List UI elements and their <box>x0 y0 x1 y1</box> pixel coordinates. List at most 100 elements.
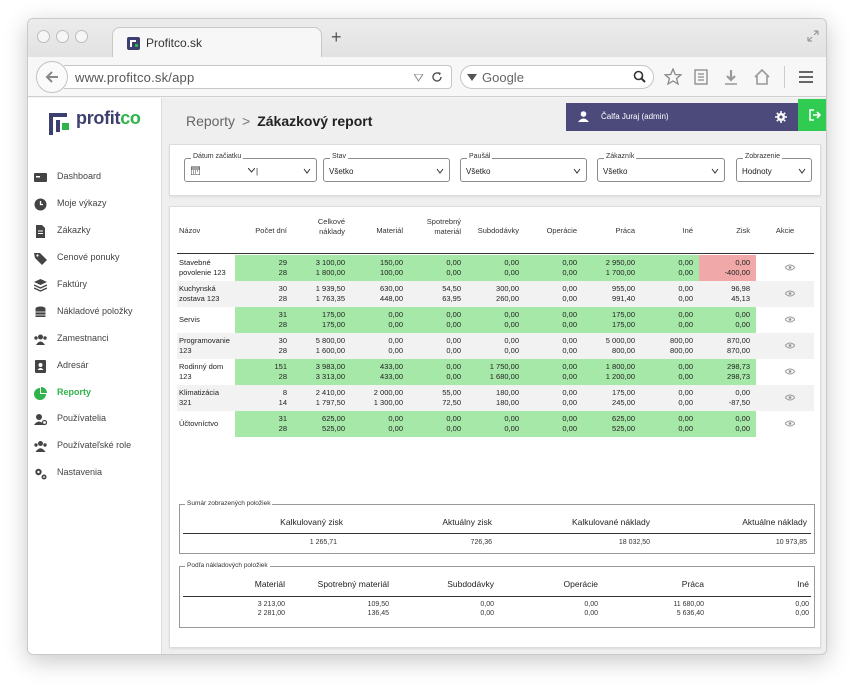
cell-value: 0,00 <box>735 388 750 397</box>
flat-rate-filter[interactable]: Paušál Všetko <box>460 153 587 182</box>
bookmark-star-icon[interactable] <box>664 68 682 86</box>
sidebar-item-cenove-ponuky[interactable]: Cenové ponuky <box>28 248 162 270</box>
view-eye-icon[interactable] <box>785 316 795 323</box>
chevron-down-icon[interactable] <box>711 167 719 175</box>
close-window-button[interactable] <box>37 30 50 43</box>
browser-tab[interactable]: Profitco.sk <box>112 27 322 58</box>
view-eye-icon[interactable] <box>785 264 795 271</box>
table-row[interactable]: Stavebné povolenie 123 29 28 3 100,00 1 800,0… <box>177 255 814 281</box>
cell-value: 800,00 <box>670 336 693 345</box>
dropdown-icon[interactable] <box>414 74 423 82</box>
sidebar-item-reporty[interactable]: Reporty <box>28 383 162 405</box>
cell-value: 28 <box>278 268 287 277</box>
cost-value: 2 281,00 <box>257 610 285 617</box>
table-row[interactable]: Programovanie 123 30 28 5 800,00 1 600,00 0,00… <box>177 333 814 359</box>
fullscreen-icon[interactable] <box>806 29 820 43</box>
sidebar-item-dashboard[interactable]: Dashboard <box>28 167 162 189</box>
chevron-down-icon[interactable] <box>573 167 581 175</box>
new-tab-button[interactable]: + <box>331 27 342 48</box>
pie-chart-icon <box>34 387 47 400</box>
user-bar[interactable]: Čalfa Juraj (admin) <box>566 103 798 131</box>
cell-value: Účtovníctvo <box>179 419 219 428</box>
cost-values: 11 680,00 5 636,40 <box>673 600 704 618</box>
sidebar-item-adresar[interactable]: Adresár <box>28 356 162 378</box>
column-header-text: Materiál <box>376 226 403 235</box>
cost-header: Spotrebný materiál <box>317 579 389 589</box>
cell-actions[interactable] <box>756 307 814 333</box>
users-icon <box>34 334 47 345</box>
cell-value: 1 797,50 <box>315 398 345 407</box>
cell-work: 175,00 245,00 <box>583 385 641 411</box>
cell-actions[interactable] <box>756 255 814 281</box>
cell-subcontract: 0,00 0,00 <box>467 411 525 437</box>
cell-value: 0,00 <box>562 398 577 407</box>
chevron-down-icon[interactable] <box>436 167 444 175</box>
table-row[interactable]: Účtovníctvo 31 28 625,00 525,00 0,00 0,00 0,00 0… <box>177 411 814 437</box>
view-eye-icon[interactable] <box>785 290 795 297</box>
reading-list-icon[interactable] <box>692 68 710 86</box>
table-row[interactable]: Rodinný dom 123 151 28 3 983,00 3 313,00 433,0… <box>177 359 814 385</box>
logo-text[interactable]: profitco <box>76 108 141 129</box>
minimize-window-button[interactable] <box>56 30 69 43</box>
sidebar-item-nakladove-polozky[interactable]: Nákladové položky <box>28 302 162 324</box>
sidebar-item-moje-vykazy[interactable]: Moje výkazy <box>28 194 162 216</box>
cell-actions[interactable] <box>756 359 814 385</box>
view-eye-icon[interactable] <box>785 394 795 401</box>
sidebar-item-faktury[interactable]: Faktúry <box>28 275 162 297</box>
cell-material: 0,00 0,00 <box>351 307 409 333</box>
cell-actions[interactable] <box>756 411 814 437</box>
sidebar-item-pouzivatelske-role[interactable]: Používateľské role <box>28 436 162 458</box>
cell-value: 0,00 <box>446 258 461 267</box>
menu-icon[interactable] <box>797 68 815 86</box>
sidebar-item-zamestnanci[interactable]: Zamestnanci <box>28 329 162 351</box>
sidebar-item-nastavenia[interactable]: Nastavenia <box>28 463 162 485</box>
column-header-text: Práca <box>615 226 635 235</box>
display-filter[interactable]: Zobrazenie Hodnoty <box>736 153 812 182</box>
sidebar-item-zakazky[interactable]: Zákazky <box>28 221 162 243</box>
reload-icon[interactable] <box>431 71 443 83</box>
url-text[interactable]: www.profitco.sk/app <box>75 70 194 85</box>
search-bar[interactable]: Google <box>460 65 654 89</box>
table-row[interactable]: Klimatizácia 321 8 14 2 410,00 1 797,50 2 000,… <box>177 385 814 411</box>
summary-header: Aktuálny zisk <box>442 517 492 527</box>
home-icon[interactable] <box>753 68 771 86</box>
view-eye-icon[interactable] <box>785 368 795 375</box>
maximize-window-button[interactable] <box>75 30 88 43</box>
cell-value: 150,00 <box>380 258 403 267</box>
state-filter[interactable]: Stav Všetko <box>323 153 450 182</box>
search-icon[interactable] <box>633 70 646 83</box>
view-eye-icon[interactable] <box>785 420 795 427</box>
download-icon[interactable] <box>722 68 740 86</box>
date-filter[interactable]: Dátum začiatku | <box>184 153 317 182</box>
column-header-text: Zisk <box>736 226 750 235</box>
table-row[interactable]: Kuchynská zostava 123 30 28 1 939,50 1 763,35… <box>177 281 814 307</box>
cell-value: 525,00 <box>612 424 635 433</box>
calendar-icon[interactable] <box>191 166 200 175</box>
cell-actions[interactable] <box>756 281 814 307</box>
cell-actions[interactable] <box>756 385 814 411</box>
settings-gear-icon[interactable] <box>775 111 787 123</box>
chevron-down-icon[interactable] <box>248 168 255 173</box>
customer-filter[interactable]: Zákazník Všetko <box>597 153 725 182</box>
logo-icon[interactable] <box>49 113 71 135</box>
breadcrumb-parent[interactable]: Reporty <box>186 113 235 129</box>
back-button[interactable] <box>36 61 68 93</box>
chevron-down-icon[interactable] <box>303 167 311 175</box>
table-row[interactable]: Servis 31 28 175,00 175,00 0,00 0,00 0,00 0,00 0,… <box>177 307 814 333</box>
cell-profit: 0,00 -87,50 <box>699 385 756 411</box>
column-header-profit: Zisk <box>699 226 750 236</box>
sidebar-item-pouzivatelia[interactable]: Používatelia <box>28 409 162 431</box>
chevron-down-icon[interactable] <box>798 167 806 175</box>
cell-total: 3 100,00 1 800,00 <box>293 255 351 281</box>
cell-actions[interactable] <box>756 333 814 359</box>
cell-value: 8 <box>282 388 287 397</box>
column-header-text: Spotrebný <box>426 217 461 226</box>
view-eye-icon[interactable] <box>785 342 795 349</box>
logout-button[interactable] <box>798 99 826 131</box>
cost-values: 3 213,00 2 281,00 <box>258 600 285 618</box>
tag-icon <box>34 253 47 265</box>
address-bar[interactable]: www.profitco.sk/app <box>64 65 452 89</box>
cell-value: 630,00 <box>380 284 403 293</box>
search-engine-dropdown-icon[interactable] <box>467 74 477 81</box>
cell-value: 0,00 <box>504 414 519 423</box>
